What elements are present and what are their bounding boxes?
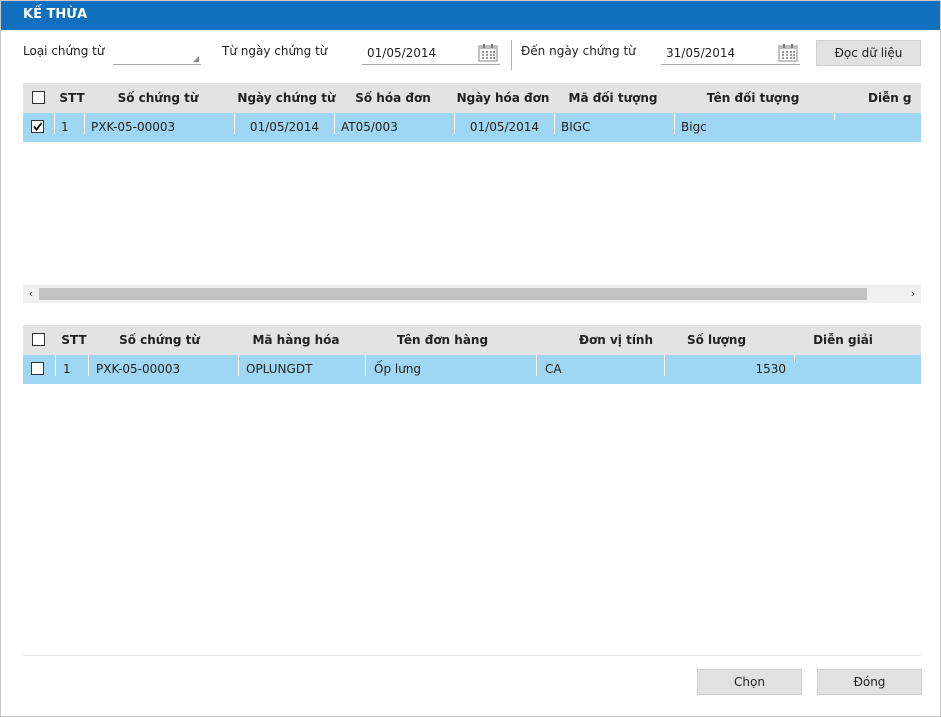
col-ma-hang-hoa: Mã hàng hóa — [252, 333, 340, 347]
select-all-checkbox[interactable] — [32, 333, 45, 346]
title-bar: KẾ THỪA — [1, 1, 940, 30]
col-dien-giai: Diễn g — [868, 91, 912, 105]
combo-arrow-icon[interactable] — [193, 56, 199, 62]
voucher-grid: STT Số chứng từ Ngày chứng từ Số hóa đơn… — [23, 83, 921, 283]
select-all-checkbox[interactable] — [32, 91, 45, 104]
row-checkbox[interactable] — [31, 362, 44, 375]
col-dien-giai: Diễn giải — [813, 333, 873, 347]
voucher-type-combo[interactable] — [113, 42, 201, 65]
cell-so-hoa-don: AT05/003 — [334, 113, 454, 134]
calendar-icon[interactable] — [778, 44, 798, 62]
col-so-luong: Số lượng — [686, 333, 747, 347]
calendar-icon[interactable] — [478, 44, 498, 62]
scrollbar-thumb[interactable] — [39, 288, 867, 300]
from-date-field[interactable]: 01/05/2014 — [362, 42, 500, 65]
detail-grid-header: STT Số chứng từ Mã hàng hóa Tên đơn hàng… — [23, 325, 921, 355]
col-so-chung-tu: Số chứng từ — [117, 91, 199, 105]
cell-stt: 1 — [55, 355, 88, 376]
cell-stt: 1 — [54, 113, 84, 134]
filter-separator — [511, 40, 512, 70]
cell-dien-giai — [794, 355, 921, 362]
from-date-value: 01/05/2014 — [367, 46, 437, 60]
cell-ten-doi-tuong: Bigc — [674, 113, 834, 134]
col-so-hoa-don: Số hóa đơn — [355, 91, 431, 105]
voucher-grid-header: STT Số chứng từ Ngày chứng từ Số hóa đơn… — [23, 83, 921, 113]
detail-grid: STT Số chứng từ Mã hàng hóa Tên đơn hàng… — [23, 325, 921, 645]
footer-divider — [23, 655, 921, 656]
col-so-chung-tu: Số chứng từ — [119, 333, 200, 347]
col-ma-doi-tuong: Mã đối tượng — [568, 91, 658, 105]
col-ngay-hoa-don: Ngày hóa đơn — [456, 91, 550, 105]
select-button[interactable]: Chọn — [697, 669, 802, 695]
scroll-left-icon[interactable]: ‹ — [23, 285, 39, 303]
to-date-label: Đến ngày chứng từ — [521, 44, 636, 58]
to-date-field[interactable]: 31/05/2014 — [661, 42, 800, 65]
cell-ten-don-hang: Ốp lưng — [365, 355, 536, 376]
from-date-label: Từ ngày chứng từ — [222, 44, 328, 58]
inherit-dialog: KẾ THỪA Loại chứng từ Từ ngày chứng từ 0… — [0, 0, 941, 717]
dialog-title: KẾ THỪA — [23, 7, 88, 22]
col-ngay-chung-tu: Ngày chứng từ — [237, 91, 336, 105]
table-row[interactable]: 1 PXK-05-00003 OPLUNGDT Ốp lưng CA 1530 — [23, 355, 921, 384]
checkmark-icon — [33, 122, 43, 131]
close-button[interactable]: Đóng — [817, 669, 922, 695]
horizontal-scrollbar[interactable]: ‹ › — [23, 285, 921, 303]
read-data-button[interactable]: Đọc dữ liệu — [816, 40, 921, 66]
cell-so-luong: 1530 — [664, 355, 794, 376]
cell-ngay-chung-tu: 01/05/2014 — [234, 113, 334, 134]
col-ten-don-hang: Tên đơn hàng — [396, 333, 489, 347]
cell-don-vi-tinh: CA — [536, 355, 664, 376]
to-date-value: 31/05/2014 — [666, 46, 736, 60]
cell-so-chung-tu: PXK-05-00003 — [84, 113, 234, 134]
col-stt: STT — [61, 333, 87, 347]
row-checkbox[interactable] — [31, 120, 44, 133]
col-ten-doi-tuong: Tên đối tượng — [706, 91, 800, 105]
cell-dien-giai — [834, 113, 921, 120]
cell-ma-doi-tuong: BIGC — [554, 113, 674, 134]
cell-ngay-hoa-don: 01/05/2014 — [454, 113, 554, 134]
table-row[interactable]: 1 PXK-05-00003 01/05/2014 AT05/003 01/05… — [23, 113, 921, 142]
cell-so-chung-tu: PXK-05-00003 — [88, 355, 238, 376]
cell-ma-hang-hoa: OPLUNGDT — [238, 355, 365, 376]
voucher-type-label: Loại chứng từ — [23, 44, 105, 58]
scroll-right-icon[interactable]: › — [905, 285, 921, 303]
